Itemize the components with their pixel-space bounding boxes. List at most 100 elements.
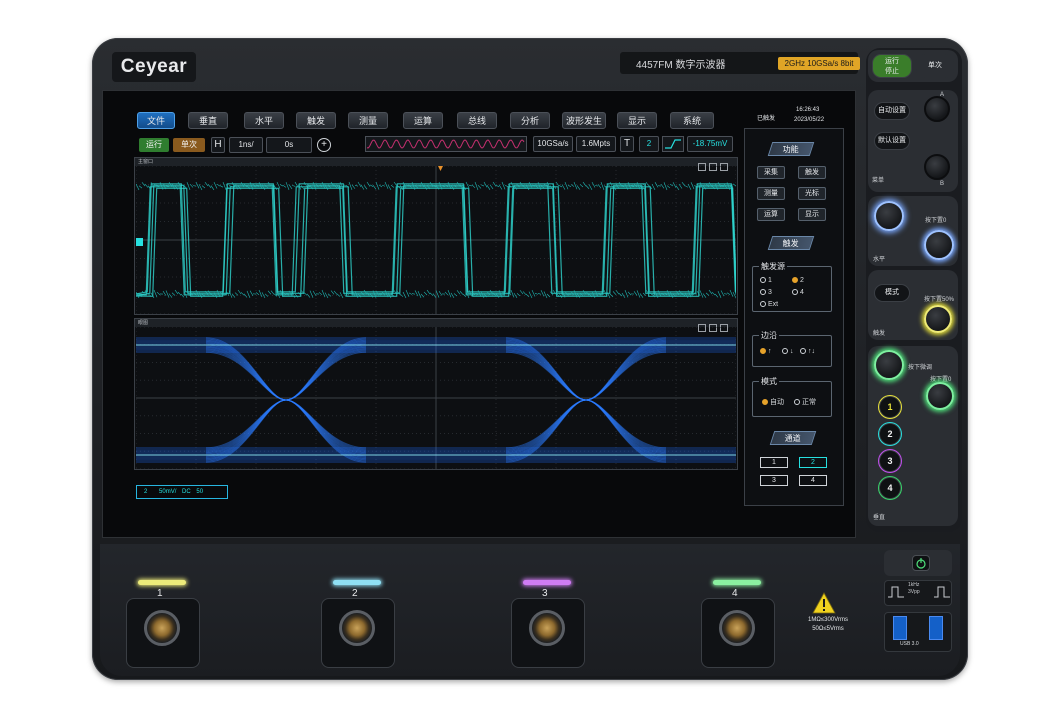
main-waveform-plot[interactable] bbox=[136, 166, 736, 314]
menu-tab-8[interactable]: 波形发生 bbox=[562, 112, 606, 129]
mode-option-0[interactable]: 自动 bbox=[762, 397, 784, 407]
edge-option-0[interactable]: ↑ bbox=[760, 348, 772, 355]
input-rating-line1: 1MΩ≤300Vrms bbox=[808, 617, 848, 623]
spec-badge: 2GHz 10GSa/s 8bit bbox=[778, 57, 860, 70]
channel-select-3[interactable]: 3 bbox=[879, 450, 901, 472]
run-stop-button[interactable]: 运行 停止 bbox=[872, 54, 912, 78]
channel-button-1[interactable]: 1 bbox=[760, 457, 788, 468]
channel-select-2[interactable]: 2 bbox=[879, 423, 901, 445]
horizontal-position-knob[interactable] bbox=[924, 230, 954, 260]
auto-setup-button[interactable]: 自动设置 bbox=[874, 102, 910, 120]
input-rating-line2: 50Ω≤5Vrms bbox=[812, 626, 844, 632]
edge-option-label: ↓ bbox=[790, 348, 794, 355]
menu-tab-9[interactable]: 显示 bbox=[617, 112, 657, 129]
radio-dot bbox=[760, 277, 766, 283]
function-button-5[interactable]: 显示 bbox=[798, 208, 826, 221]
function-button-0[interactable]: 采集 bbox=[757, 166, 785, 179]
edge-option-label: ↑ bbox=[768, 348, 772, 355]
menu-tab-5[interactable]: 运算 bbox=[403, 112, 443, 129]
channel-info-box[interactable]: 2 50mV/ DC 50 bbox=[136, 485, 228, 499]
eye-window-controls[interactable] bbox=[695, 319, 735, 332]
vertical-position-knob[interactable] bbox=[926, 382, 954, 410]
edge-option-1[interactable]: ↓ bbox=[782, 348, 794, 355]
calibration-label: 1kHz 3Vpp bbox=[908, 582, 920, 595]
rising-edge-icon[interactable] bbox=[662, 136, 684, 152]
trigger-section-label: 触发 bbox=[873, 331, 886, 337]
menu-tab-10[interactable]: 系统 bbox=[670, 112, 714, 129]
channel-3-led bbox=[523, 580, 571, 585]
menu-tab-7[interactable]: 分析 bbox=[510, 112, 550, 129]
probe-comp-ground-icon[interactable] bbox=[886, 583, 906, 601]
menu-tab-1[interactable]: 垂直 bbox=[188, 112, 228, 129]
function-header[interactable]: 功能 bbox=[767, 142, 815, 156]
trigger-level-knob[interactable] bbox=[924, 305, 952, 333]
channel-select-4[interactable]: 4 bbox=[879, 477, 901, 499]
usb-port-1[interactable] bbox=[893, 616, 907, 640]
function-button-1[interactable]: 触发 bbox=[798, 166, 826, 179]
trigger-channel[interactable]: 2 bbox=[639, 136, 659, 152]
delay-field[interactable]: 0s bbox=[266, 137, 312, 153]
main-window-title: 主窗口 bbox=[135, 158, 737, 166]
channel-1-bnc-connector[interactable] bbox=[144, 610, 180, 646]
function-button-3[interactable]: 光标 bbox=[798, 187, 826, 200]
sample-rate-field[interactable]: 10GSa/s bbox=[533, 136, 573, 152]
mode-option-1[interactable]: 正常 bbox=[794, 397, 816, 407]
channel-2-led bbox=[333, 580, 381, 585]
edge-title: 边沿 bbox=[759, 330, 779, 341]
mode-option-label: 自动 bbox=[770, 399, 784, 406]
knob-b[interactable] bbox=[924, 154, 950, 180]
channel-button-3[interactable]: 3 bbox=[760, 475, 788, 486]
trigger-header[interactable]: 触发 bbox=[767, 236, 815, 250]
channel-button-2[interactable]: 2 bbox=[799, 457, 827, 468]
function-button-4[interactable]: 运算 bbox=[757, 208, 785, 221]
run-button[interactable]: 运行 bbox=[139, 138, 169, 152]
channel-2-marker[interactable] bbox=[136, 238, 143, 246]
single-button[interactable]: 单次 bbox=[173, 138, 205, 152]
knob-a[interactable] bbox=[924, 96, 950, 122]
eye-window-title: 眼图 bbox=[135, 319, 737, 327]
vertical-scale-knob[interactable] bbox=[874, 350, 904, 380]
channel-header[interactable]: 通道 bbox=[769, 431, 817, 445]
menu-tab-0[interactable]: 文件 bbox=[137, 112, 175, 129]
zoom-plus-icon[interactable]: + bbox=[317, 138, 331, 152]
knob-b-label: B bbox=[940, 181, 945, 187]
channel-3-bnc-connector[interactable] bbox=[529, 610, 565, 646]
channel-2-bnc-connector[interactable] bbox=[339, 610, 375, 646]
default-setup-button[interactable]: 默认设置 bbox=[874, 132, 910, 150]
horizontal-press-zero: 按下置0 bbox=[925, 218, 947, 224]
menu-tab-6[interactable]: 总线 bbox=[457, 112, 497, 129]
clock-time: 16:26:43 bbox=[796, 107, 820, 113]
menu-tab-3[interactable]: 触发 bbox=[296, 112, 336, 129]
timebase-field[interactable]: 1ns/ bbox=[229, 137, 263, 153]
model-name: 4457FM 数字示波器 bbox=[636, 60, 726, 71]
usb-port-2[interactable] bbox=[929, 616, 943, 640]
channel-button-4[interactable]: 4 bbox=[799, 475, 827, 486]
radio-dot bbox=[762, 399, 768, 405]
mode-title: 模式 bbox=[759, 376, 779, 387]
trigger-source-option-4[interactable]: Ext bbox=[760, 301, 778, 308]
memory-depth-field[interactable]: 1.6Mpts bbox=[576, 136, 616, 152]
trigger-mode-button[interactable]: 模式 bbox=[874, 284, 910, 302]
menu-tab-2[interactable]: 水平 bbox=[244, 112, 284, 129]
trigger-level-field[interactable]: -18.75mV bbox=[687, 136, 733, 152]
menu-section-label: 菜单 bbox=[872, 178, 885, 184]
trigger-source-option-0[interactable]: 1 bbox=[760, 277, 772, 284]
single-hw-button[interactable]: 单次 bbox=[916, 54, 954, 78]
horizontal-scale-knob[interactable] bbox=[874, 201, 904, 231]
trigger-source-option-1[interactable]: 2 bbox=[792, 277, 804, 284]
probe-comp-square-icon[interactable] bbox=[932, 583, 952, 601]
eye-diagram-plot[interactable] bbox=[136, 327, 736, 469]
window-controls[interactable] bbox=[695, 158, 735, 171]
trigger-source-title: 触发源 bbox=[759, 261, 787, 272]
channel-select-1[interactable]: 1 bbox=[879, 396, 901, 418]
function-button-2[interactable]: 测量 bbox=[757, 187, 785, 200]
power-button[interactable] bbox=[912, 555, 930, 571]
trigger-source-option-2[interactable]: 3 bbox=[760, 289, 772, 296]
trigger-source-option-3[interactable]: 4 bbox=[792, 289, 804, 296]
radio-dot bbox=[760, 301, 766, 307]
menu-tab-4[interactable]: 测量 bbox=[348, 112, 388, 129]
knob-a-label: A bbox=[940, 92, 945, 98]
edge-option-2[interactable]: ↑↓ bbox=[800, 348, 815, 355]
channel-4-bnc-connector[interactable] bbox=[719, 610, 755, 646]
channel-info-impedance: 50 bbox=[196, 489, 204, 495]
